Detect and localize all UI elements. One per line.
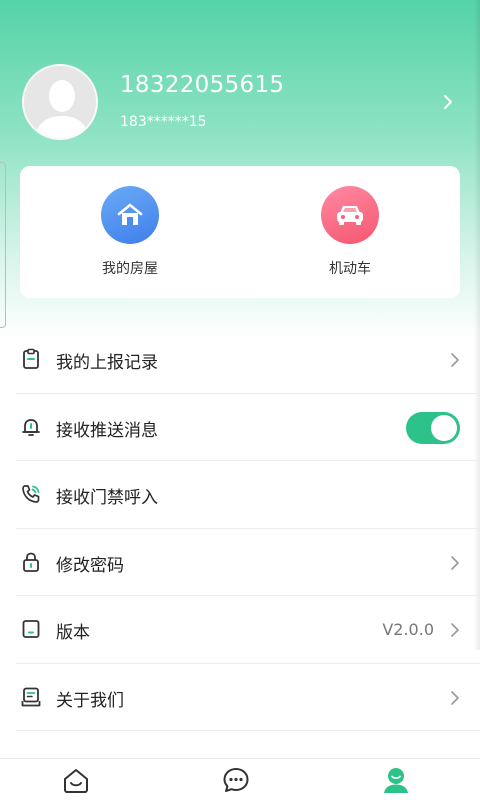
device-icon <box>22 620 40 638</box>
push-messages-label: 接收推送消息 <box>56 420 158 441</box>
clipboard-icon <box>23 348 39 369</box>
settings-menu: 我的上报记录 接收推送消息 接收门禁呼入 修改密码 版本 V2.0.0 关于我们 <box>0 326 480 731</box>
change-password-label: 修改密码 <box>56 555 124 576</box>
about-label: 关于我们 <box>56 690 124 711</box>
door-call-label: 接收门禁呼入 <box>56 488 158 508</box>
car-icon <box>321 186 379 244</box>
menu-item-push-messages: 接收推送消息 <box>16 394 480 461</box>
my-house-label: 我的房屋 <box>102 261 158 277</box>
lock-icon <box>23 552 39 572</box>
version-label: 版本 <box>56 623 90 643</box>
bell-icon <box>22 418 40 436</box>
chevron-right-icon <box>451 690 459 705</box>
chevron-right-icon <box>451 623 459 637</box>
chevron-right-icon[interactable] <box>440 92 456 112</box>
menu-item-about[interactable]: 关于我们 <box>16 664 480 731</box>
default-avatar-icon <box>24 66 96 138</box>
menu-item-report-records[interactable]: 我的上报记录 <box>16 326 480 394</box>
menu-item-version[interactable]: 版本 V2.0.0 <box>16 596 480 664</box>
tab-messages[interactable] <box>221 765 251 795</box>
vehicle-label: 机动车 <box>329 261 371 277</box>
phone-call-icon <box>22 485 40 503</box>
bottom-tab-bar <box>0 758 480 800</box>
version-value: V2.0.0 <box>382 620 434 639</box>
home-icon <box>64 769 88 793</box>
avatar[interactable] <box>22 64 98 140</box>
chevron-right-icon <box>451 353 459 367</box>
chevron-right-icon <box>451 555 459 570</box>
user-phone-masked: 183******15 <box>120 114 207 130</box>
tab-home[interactable] <box>61 765 91 795</box>
push-messages-toggle[interactable] <box>406 411 460 444</box>
toggle-knob <box>431 414 457 441</box>
vehicle-button[interactable]: 机动车 <box>290 186 410 286</box>
menu-item-door-call[interactable]: 接收门禁呼入 <box>16 461 480 529</box>
my-house-button[interactable]: 我的房屋 <box>70 186 190 286</box>
tab-profile[interactable] <box>381 765 411 795</box>
profile-header[interactable]: 18322055615 183******15 <box>0 52 480 152</box>
menu-item-change-password[interactable]: 修改密码 <box>16 529 480 596</box>
user-phone: 18322055615 <box>120 72 285 98</box>
quick-links-card: 我的房屋 机动车 <box>20 166 460 298</box>
contact-card-icon <box>21 687 41 706</box>
house-icon <box>101 186 159 244</box>
report-records-label: 我的上报记录 <box>56 353 158 373</box>
profile-icon <box>384 768 408 793</box>
side-drawer-handle[interactable] <box>0 162 6 328</box>
chat-icon <box>223 768 249 792</box>
